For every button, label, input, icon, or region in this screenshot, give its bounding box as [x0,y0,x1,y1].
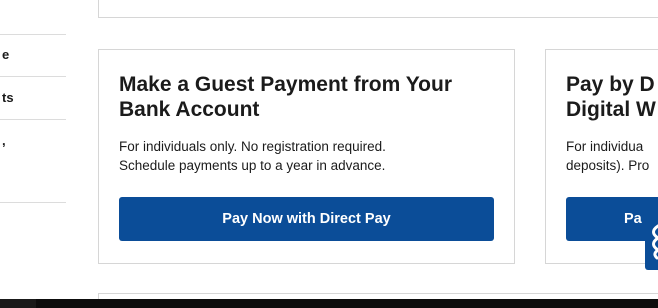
page: e ts , Make a Guest Payment from Your Ba… [0,0,658,308]
digital-wallet-card: Pay by D Digital W For individua deposit… [545,49,658,264]
content-area: Make a Guest Payment from Your Bank Acco… [0,0,658,308]
digital-wallet-description-line2: deposits). Pro [566,158,650,173]
guest-payment-title: Make a Guest Payment from Your Bank Acco… [119,73,452,121]
feedback-icon [652,224,658,260]
digital-wallet-title-line1: Pay by D [566,73,655,96]
feedback-button[interactable] [645,214,658,270]
guest-payment-description-line2: Schedule payments up to a year in advanc… [119,158,386,173]
guest-payment-card: Make a Guest Payment from Your Bank Acco… [98,49,515,264]
bottom-bar [0,299,658,308]
pay-now-direct-pay-button[interactable]: Pay Now with Direct Pay [119,197,494,241]
digital-wallet-description-line1: For individua [566,139,644,154]
digital-wallet-title-line2: Digital W [566,98,656,121]
guest-payment-description-line1: For individuals only. No registration re… [119,139,386,154]
bottom-bar-inner [36,299,658,308]
digital-wallet-description: For individua deposits). Pro [566,137,658,175]
guest-payment-description: For individuals only. No registration re… [119,137,499,175]
digital-wallet-title: Pay by D Digital W [566,72,658,122]
